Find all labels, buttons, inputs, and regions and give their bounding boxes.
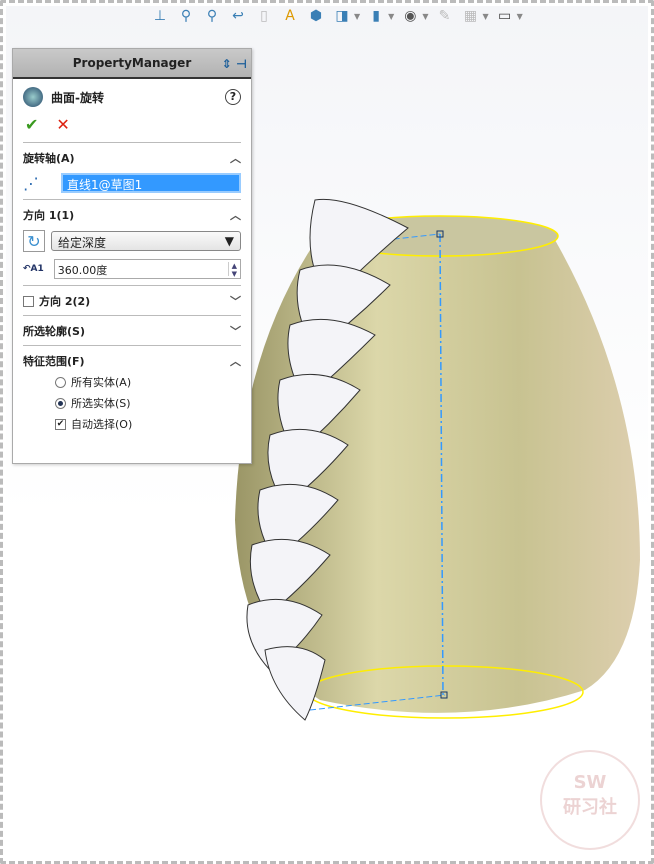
ok-button[interactable]: ✔: [25, 115, 38, 134]
eye-icon[interactable]: ◉: [400, 6, 420, 26]
direction2-checkbox[interactable]: [23, 295, 34, 307]
view-orientation-icon[interactable]: ⬢: [306, 6, 326, 26]
contours-section: 所选轮廓(S) ﹀: [23, 315, 241, 345]
display-style-icon[interactable]: ◨: [332, 6, 352, 26]
section-view-icon[interactable]: ▯: [254, 6, 274, 26]
option-label: 自动选择(O): [71, 418, 133, 431]
watermark-logo: SW 研习社: [540, 750, 640, 850]
chevron-down-icon[interactable]: ▼: [422, 12, 428, 21]
chevron-down-icon[interactable]: ﹀: [230, 293, 241, 309]
apply-scene-icon[interactable]: ▦: [460, 6, 480, 26]
chevron-down-icon[interactable]: ▼: [354, 12, 360, 21]
edit-appearance-icon[interactable]: ✎: [434, 6, 454, 26]
direction2-section: 方向 2(2) ﹀: [23, 285, 241, 315]
angle-icon: ↶A1: [23, 264, 44, 274]
chevron-up-icon[interactable]: ︿: [230, 150, 241, 166]
chevron-down-icon[interactable]: ﹀: [230, 323, 241, 339]
selected-bodies-radio[interactable]: 所选实体(S): [55, 395, 241, 411]
option-label: 所选实体(S): [71, 397, 131, 410]
radio[interactable]: [55, 397, 66, 409]
angle-value: 360.00度: [57, 264, 108, 277]
axis-line-icon: ⋰: [23, 173, 39, 193]
section-title: 旋转轴(A): [23, 152, 75, 165]
section-title: 所选轮廓(S): [23, 325, 85, 338]
option-label: 所有实体(A): [71, 376, 132, 389]
auto-select-checkbox[interactable]: ✔ 自动选择(O): [55, 416, 241, 432]
hide-show-items-icon[interactable]: ▮: [366, 6, 386, 26]
axis-selection-box[interactable]: 直线1@草图1: [61, 173, 241, 193]
angle-label: A1: [30, 264, 44, 274]
chevron-down-icon[interactable]: ▼: [517, 12, 523, 21]
property-manager: PropertyManager ⇕ ⊣ 曲面-旋转 ? ✔ ✕ 旋转轴(A) ︿ …: [12, 48, 252, 464]
dropdown-arrow-icon: ▼: [224, 234, 234, 248]
spinner-arrows[interactable]: ▲ ▼: [227, 262, 237, 278]
select-value: 给定深度: [58, 236, 107, 250]
zoom-to-area-icon[interactable]: ⚲: [202, 6, 222, 26]
normal-to-icon[interactable]: ⊥: [150, 6, 170, 26]
direction1-section: 方向 1(1) ︿ ↻ 给定深度 ▼ ↶A1 360.00度 ▲ ▼: [23, 199, 241, 285]
chevron-down-icon[interactable]: ▼: [388, 12, 394, 21]
checkbox[interactable]: ✔: [55, 418, 66, 430]
chevron-up-icon[interactable]: ︿: [230, 353, 241, 369]
all-bodies-radio[interactable]: 所有实体(A): [55, 374, 241, 390]
radio[interactable]: [55, 376, 66, 388]
zoom-to-fit-icon[interactable]: ⚲: [176, 6, 196, 26]
section-title: 方向 1(1): [23, 209, 75, 222]
section-title: 特征范围(F): [23, 355, 85, 368]
pin-icon[interactable]: ⇕ ⊣: [222, 57, 247, 71]
pm-title: PropertyManager: [72, 56, 192, 70]
revolve-surface-icon: [23, 87, 43, 107]
pm-header: PropertyManager ⇕ ⊣: [13, 49, 251, 79]
reverse-direction-icon[interactable]: ↻: [23, 230, 45, 252]
chevron-down-icon[interactable]: ▼: [482, 12, 488, 21]
dynamic-annotation-icon[interactable]: A: [280, 6, 300, 26]
axis-section: 旋转轴(A) ︿ ⋰ 直线1@草图1: [23, 142, 241, 199]
feature-name: 曲面-旋转: [51, 90, 104, 105]
monitor-icon[interactable]: ▭: [495, 6, 515, 26]
previous-view-icon[interactable]: ↩: [228, 6, 248, 26]
end-condition-select[interactable]: 给定深度 ▼: [51, 231, 241, 251]
chevron-up-icon[interactable]: ︿: [230, 207, 241, 223]
scope-section: 特征范围(F) ︿ 所有实体(A) 所选实体(S) ✔ 自动选择(O): [23, 345, 241, 438]
cancel-button[interactable]: ✕: [56, 115, 69, 134]
angle-input[interactable]: 360.00度 ▲ ▼: [53, 259, 241, 279]
heads-up-toolbar: ⊥ ⚲ ⚲ ↩ ▯ A ⬢ ◨ ▼ ▮ ▼ ◉ ▼ ✎ ▦ ▼ ▭ ▼: [150, 6, 523, 26]
help-button[interactable]: ?: [225, 89, 241, 105]
section-title: 方向 2(2): [39, 295, 91, 308]
